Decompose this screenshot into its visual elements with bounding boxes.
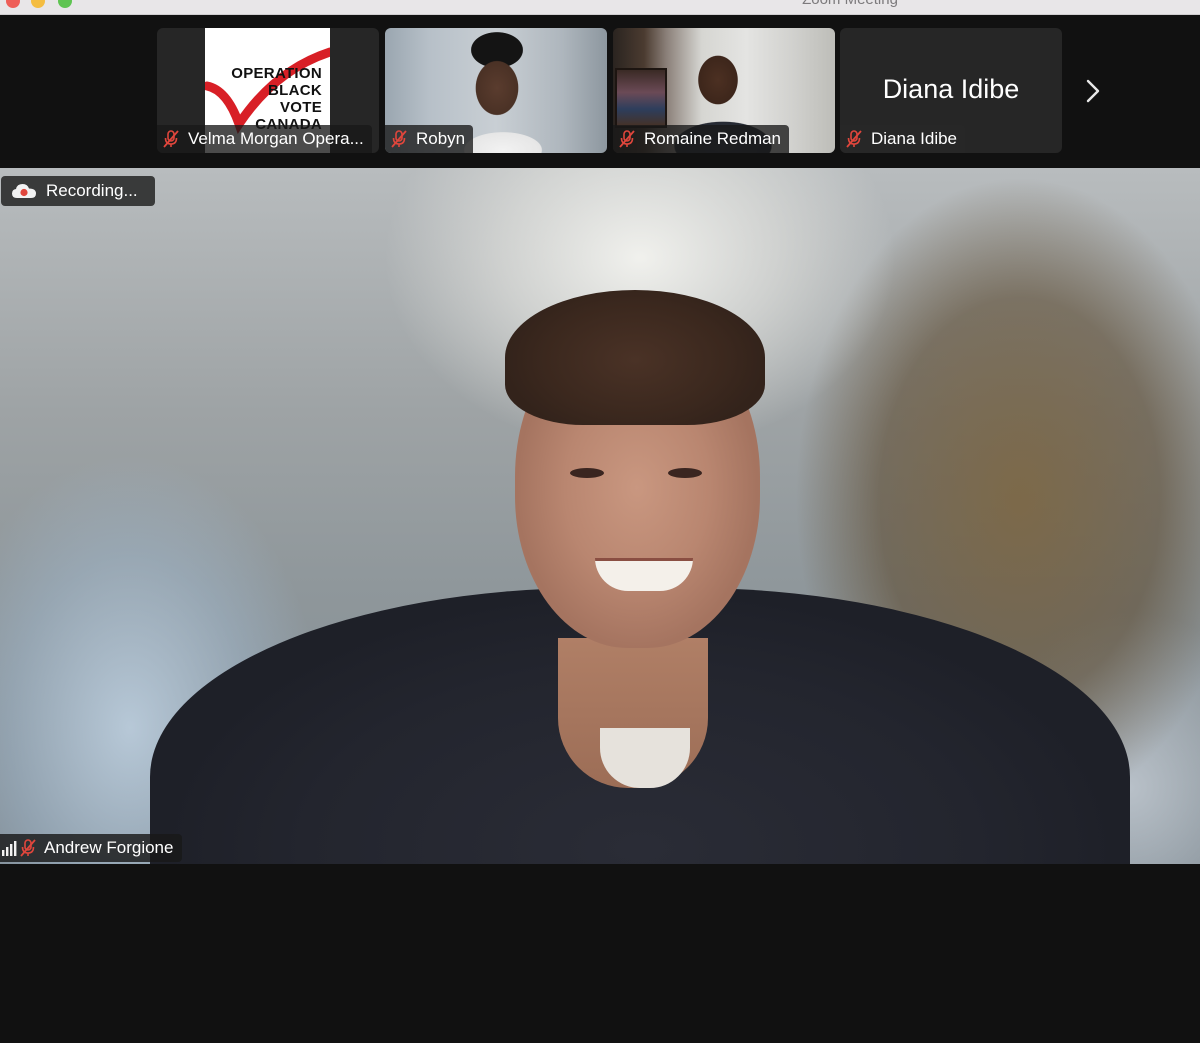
mic-off-icon [619, 130, 635, 148]
mic-off-icon [20, 839, 36, 857]
mic-off-icon [163, 130, 179, 148]
participant-tile[interactable]: Robyn [385, 28, 607, 153]
participant-name: Velma Morgan Opera... [188, 129, 364, 148]
participant-name-tag: Robyn [385, 125, 474, 153]
active-speaker-name: Andrew Forgione [44, 838, 174, 857]
participant-name-tag: Romaine Redman [613, 125, 790, 153]
participant-name: Diana Idibe [871, 129, 958, 148]
next-page-button[interactable] [1080, 75, 1106, 107]
participant-display-name: Diana Idibe [882, 74, 1020, 104]
active-speaker-video [0, 168, 1200, 864]
active-speaker-name-tag: Andrew Forgione [0, 834, 182, 862]
participant-name: Romaine Redman [644, 129, 782, 148]
participant-thumbnail-strip: OPERATION BLACK VOTE CANADA Velma Morgan… [0, 15, 1200, 168]
chevron-right-icon [1086, 79, 1100, 103]
recording-label: Recording... [46, 181, 138, 200]
meeting-empty-area [0, 864, 1200, 1043]
participant-tile[interactable]: Diana Idibe Diana Idibe [840, 28, 1062, 153]
window-title: Zoom Meeting [0, 0, 1200, 8]
logo-lettering: OPERATION BLACK VOTE CANADA [231, 65, 322, 133]
speaker-video-eye [570, 468, 604, 478]
recording-indicator[interactable]: Recording... [1, 176, 155, 206]
cloud-record-icon [12, 184, 36, 198]
signal-bars-icon [2, 841, 17, 856]
participant-tile[interactable]: Romaine Redman [613, 28, 835, 153]
window-titlebar: Zoom Meeting [0, 0, 1200, 15]
participant-name-tag: Velma Morgan Opera... [157, 125, 372, 153]
mic-off-icon [846, 130, 862, 148]
participant-name-tag: Diana Idibe [840, 125, 966, 153]
speaker-video-hair [505, 290, 765, 425]
participant-name: Robyn [416, 129, 466, 148]
speaker-video-eye [668, 468, 702, 478]
participant-tile[interactable]: OPERATION BLACK VOTE CANADA Velma Morgan… [157, 28, 379, 153]
mic-off-icon [391, 130, 407, 148]
